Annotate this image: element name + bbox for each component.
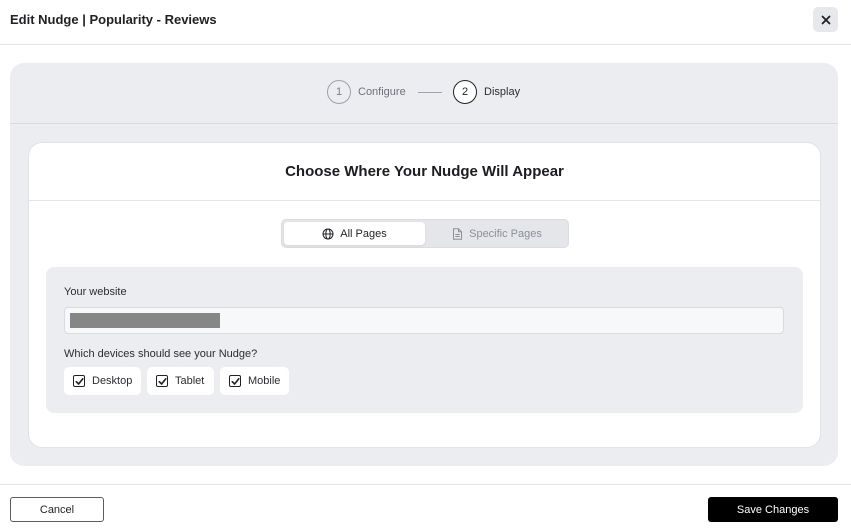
step-configure[interactable]: 1 Configure bbox=[327, 80, 406, 104]
device-label: Tablet bbox=[175, 375, 205, 387]
close-icon bbox=[821, 15, 830, 24]
step-label: Display bbox=[484, 86, 521, 98]
specific-pages-label: Specific Pages bbox=[469, 227, 542, 240]
device-label: Mobile bbox=[248, 375, 281, 387]
checkmark-icon bbox=[158, 377, 167, 385]
website-label: Your website bbox=[64, 286, 127, 298]
device-desktop-option[interactable]: Desktop bbox=[64, 367, 141, 395]
specific-pages-option[interactable]: Specific Pages bbox=[427, 222, 567, 245]
checkbox[interactable] bbox=[156, 375, 168, 387]
display-panel: 1 Configure 2 Display Choose Where Your … bbox=[10, 63, 838, 466]
checkbox[interactable] bbox=[73, 375, 85, 387]
step-number: 1 bbox=[327, 80, 351, 104]
checkmark-icon bbox=[75, 377, 84, 385]
close-button[interactable] bbox=[813, 7, 838, 32]
all-pages-option[interactable]: All Pages bbox=[284, 222, 425, 245]
stepper: 1 Configure 2 Display bbox=[10, 63, 838, 124]
devices-label: Which devices should see your Nudge? bbox=[64, 348, 258, 360]
checkmark-icon bbox=[231, 377, 240, 385]
document-icon bbox=[453, 227, 463, 240]
page-scope-toggle: All Pages Specific Pages bbox=[281, 219, 569, 248]
save-changes-button[interactable]: Save Changes bbox=[708, 497, 838, 522]
placement-card: Choose Where Your Nudge Will Appear All … bbox=[28, 142, 821, 448]
device-label: Desktop bbox=[92, 375, 133, 387]
step-display[interactable]: 2 Display bbox=[453, 80, 520, 104]
modal-title: Edit Nudge | Popularity - Reviews bbox=[10, 12, 217, 27]
footer-divider bbox=[0, 484, 851, 485]
redacted-website-value bbox=[70, 313, 220, 328]
device-tablet-option[interactable]: Tablet bbox=[147, 367, 214, 395]
step-connector bbox=[418, 92, 442, 93]
settings-section: Your website Which devices should see yo… bbox=[46, 267, 803, 413]
globe-icon bbox=[322, 228, 334, 239]
card-title: Choose Where Your Nudge Will Appear bbox=[285, 163, 564, 180]
device-mobile-option[interactable]: Mobile bbox=[220, 367, 289, 395]
step-number: 2 bbox=[453, 80, 477, 104]
website-field[interactable] bbox=[64, 307, 784, 334]
modal-header: Edit Nudge | Popularity - Reviews bbox=[0, 0, 851, 45]
checkbox[interactable] bbox=[229, 375, 241, 387]
step-label: Configure bbox=[358, 86, 406, 98]
cancel-button[interactable]: Cancel bbox=[10, 497, 104, 522]
card-divider bbox=[29, 200, 820, 201]
all-pages-label: All Pages bbox=[340, 227, 387, 240]
